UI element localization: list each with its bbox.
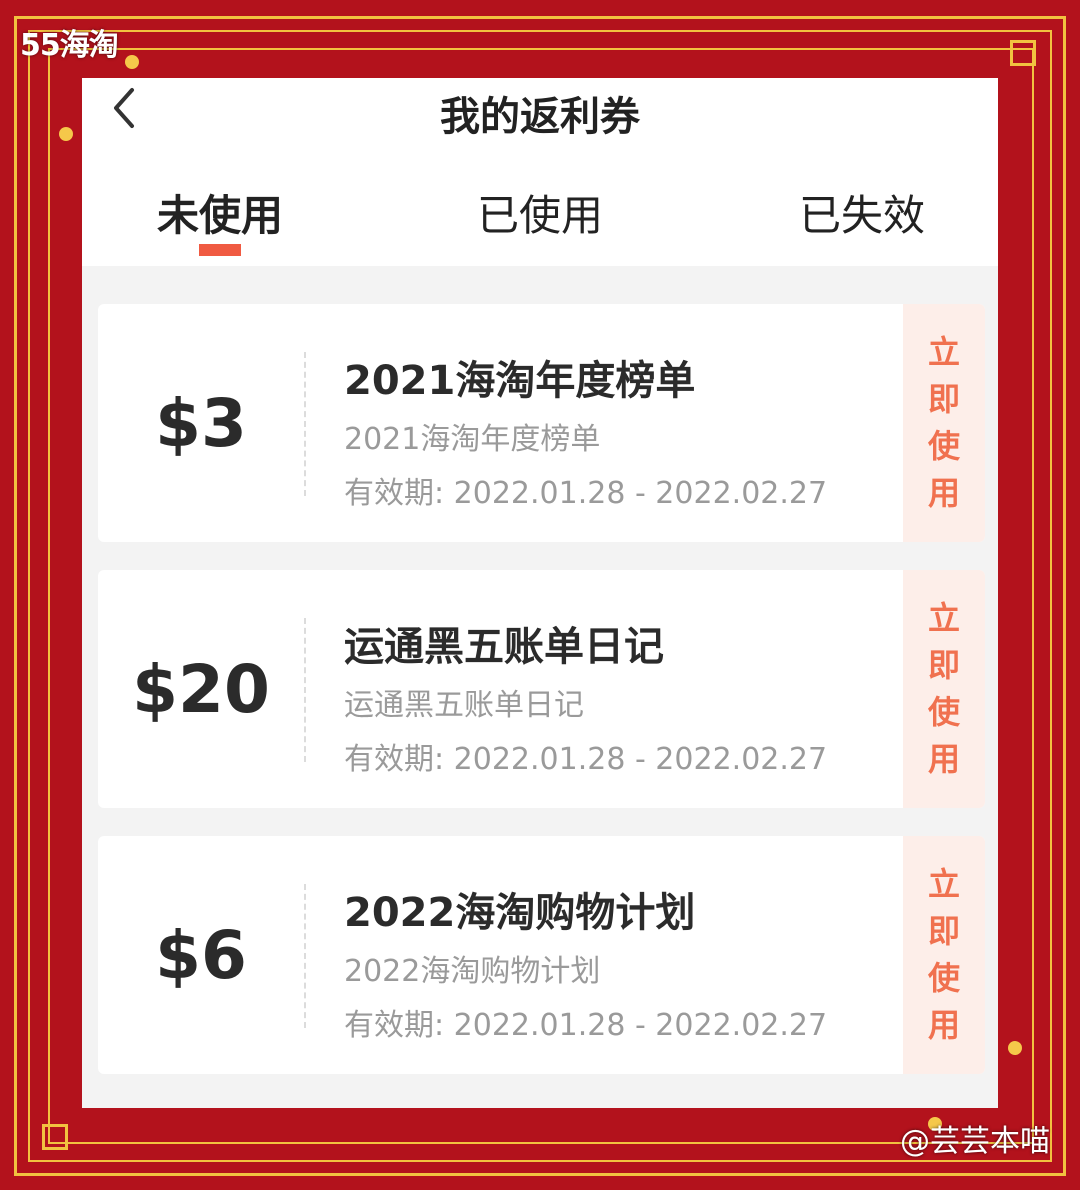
- coupon-subtitle: 运通黑五账单日记: [344, 688, 584, 723]
- frame-corner-ornament: [1010, 40, 1036, 66]
- frame-ornament-dot: [125, 55, 139, 69]
- use-now-char: 用: [927, 474, 960, 512]
- coupon-divider: [304, 884, 306, 1028]
- page-title: 我的返利券: [440, 94, 640, 140]
- coupon-subtitle: 2021海淘年度榜单: [344, 422, 601, 457]
- tab-expired[interactable]: 已失效: [752, 182, 972, 243]
- coupon-subtitle: 2022海淘购物计划: [344, 954, 601, 989]
- use-now-char: 使: [927, 427, 960, 465]
- coupon-validity: 有效期: 2022.01.28 - 2022.02.27: [344, 1008, 828, 1043]
- coupon-amount: $3: [155, 384, 247, 462]
- frame-ornament-dot: [1008, 1041, 1022, 1055]
- coupon-card: $3 2021海淘年度榜单 2021海淘年度榜单 有效期: 2022.01.28…: [98, 304, 985, 542]
- phone-screen: 我的返利券 未使用 已使用 已失效 $3 2021海淘年度榜单 2021海淘年度…: [82, 78, 998, 1108]
- use-now-char: 使: [927, 693, 960, 731]
- use-now-char: 立: [927, 333, 960, 371]
- coupon-divider: [304, 352, 306, 496]
- frame-corner-ornament: [42, 1124, 68, 1150]
- active-tab-indicator: [199, 244, 241, 256]
- frame-ornament-dot: [59, 127, 73, 141]
- coupon-title: 运通黑五账单日记: [344, 624, 664, 670]
- use-now-char: 用: [927, 1006, 960, 1044]
- tab-used[interactable]: 已使用: [430, 182, 650, 243]
- use-now-button[interactable]: 立 即 使 用: [903, 570, 985, 808]
- watermark-top: 55海淘: [20, 28, 119, 63]
- watermark-bottom: @芸芸本喵: [900, 1124, 1050, 1159]
- coupon-title: 2022海淘购物计划: [344, 890, 696, 936]
- use-now-char: 使: [927, 959, 960, 997]
- use-now-char: 即: [927, 380, 960, 418]
- coupon-card: $6 2022海淘购物计划 2022海淘购物计划 有效期: 2022.01.28…: [98, 836, 985, 1074]
- use-now-char: 即: [927, 912, 960, 950]
- coupon-validity: 有效期: 2022.01.28 - 2022.02.27: [344, 476, 828, 511]
- coupon-divider: [304, 618, 306, 762]
- use-now-button[interactable]: 立 即 使 用: [903, 836, 985, 1074]
- page-header: 我的返利券 未使用 已使用 已失效: [82, 78, 998, 266]
- tab-unused[interactable]: 未使用: [110, 182, 330, 243]
- coupon-card: $20 运通黑五账单日记 运通黑五账单日记 有效期: 2022.01.28 - …: [98, 570, 985, 808]
- coupon-amount: $20: [132, 650, 270, 728]
- coupon-amount: $6: [155, 916, 247, 994]
- use-now-char: 即: [927, 646, 960, 684]
- use-now-char: 用: [927, 740, 960, 778]
- use-now-char: 立: [927, 865, 960, 903]
- coupon-validity: 有效期: 2022.01.28 - 2022.02.27: [344, 742, 828, 777]
- use-now-button[interactable]: 立 即 使 用: [903, 304, 985, 542]
- use-now-char: 立: [927, 599, 960, 637]
- coupon-title: 2021海淘年度榜单: [344, 358, 696, 404]
